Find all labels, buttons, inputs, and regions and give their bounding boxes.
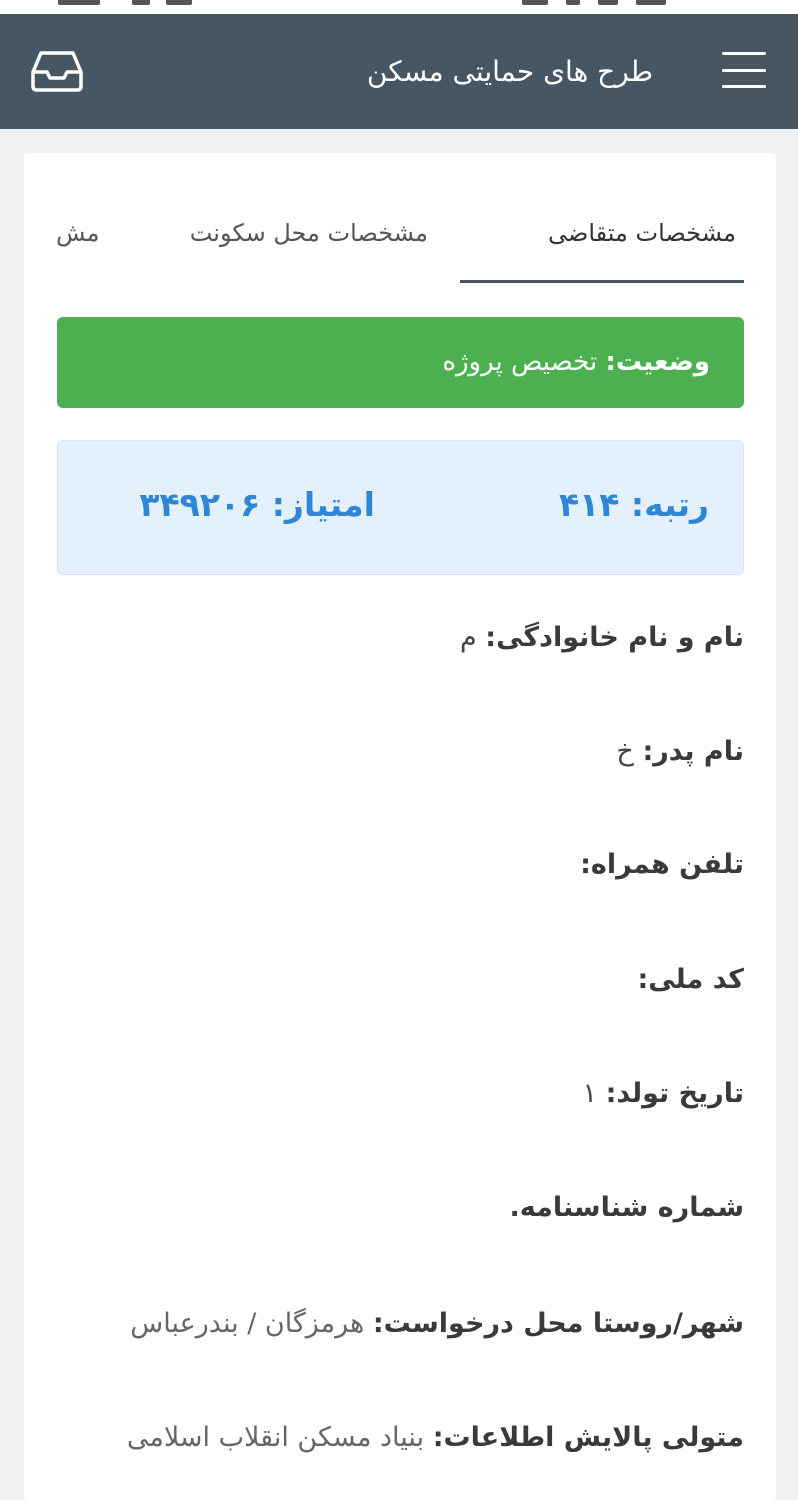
applicant-card: مشخصات متقاضی مشخصات محل سکونت مش وضعیت:… bbox=[24, 153, 776, 1500]
tab-next-partial[interactable]: مش bbox=[56, 213, 99, 253]
field-label: شهر/روستا محل درخواست: bbox=[372, 1308, 744, 1339]
app-bar: طرح های حمایتی مسکن bbox=[0, 14, 798, 129]
field-value: خ bbox=[616, 736, 634, 767]
field-label: تلفن همراه: bbox=[580, 849, 744, 880]
field-value: م bbox=[459, 622, 477, 653]
field-label: شماره شناسنامه. bbox=[509, 1192, 744, 1223]
field-national-code: کد ملی: bbox=[637, 958, 744, 1002]
status-banner: وضعیت: تخصیص پروژه bbox=[57, 317, 744, 408]
rank-label: رتبه: bbox=[630, 485, 709, 524]
status-icon bbox=[132, 0, 150, 5]
battery-icon bbox=[522, 0, 548, 5]
points-label: امتیاز: bbox=[271, 485, 375, 524]
app-title: طرح های حمایتی مسکن bbox=[366, 55, 653, 88]
field-label: تاریخ تولد: bbox=[605, 1078, 744, 1109]
hamburger-menu-icon[interactable] bbox=[722, 52, 766, 88]
menu-line bbox=[722, 85, 766, 88]
rank: رتبه: ۴۱۴ bbox=[559, 479, 709, 531]
field-label: متولی پالایش اطلاعات: bbox=[432, 1422, 744, 1453]
active-tab-indicator bbox=[460, 280, 744, 283]
status-icon bbox=[166, 0, 192, 5]
field-birth-date: تاریخ تولد: ۱ bbox=[582, 1072, 744, 1116]
rank-value: ۴۱۴ bbox=[558, 485, 620, 524]
points-value: ۳۴۹۲۰۶ bbox=[139, 485, 261, 524]
status-icon bbox=[636, 0, 666, 5]
status-icon bbox=[58, 0, 100, 5]
field-id-number: شماره شناسنامه. bbox=[510, 1186, 744, 1230]
field-value: هرمزگان / بندرعباس bbox=[130, 1308, 365, 1339]
field-father-name: نام پدر: خ bbox=[616, 730, 744, 774]
field-label: نام و نام خانوادگی: bbox=[485, 622, 744, 653]
menu-line bbox=[722, 68, 766, 72]
field-data-custodian: متولی پالایش اطلاعات: بنیاد مسکن انقلاب … bbox=[127, 1416, 744, 1460]
tab-applicant-info[interactable]: مشخصات متقاضی bbox=[548, 213, 736, 253]
wifi-icon bbox=[598, 0, 618, 5]
signal-icon bbox=[566, 0, 580, 5]
field-mobile: تلفن همراه: bbox=[580, 843, 744, 887]
menu-line bbox=[722, 52, 766, 55]
score-box: رتبه: ۴۱۴ امتیاز: ۳۴۹۲۰۶ bbox=[57, 440, 744, 575]
field-full-name: نام و نام خانوادگی: م bbox=[460, 616, 744, 660]
status-bar bbox=[0, 0, 798, 14]
field-value: بنیاد مسکن انقلاب اسلامی bbox=[126, 1422, 425, 1453]
status-label: وضعیت: bbox=[605, 347, 711, 377]
field-label: نام پدر: bbox=[642, 736, 744, 767]
tab-residence-info[interactable]: مشخصات محل سکونت bbox=[190, 213, 428, 253]
inbox-icon[interactable] bbox=[30, 48, 84, 94]
points: امتیاز: ۳۴۹۲۰۶ bbox=[139, 479, 375, 531]
field-request-city: شهر/روستا محل درخواست: هرمزگان / بندرعبا… bbox=[130, 1302, 744, 1346]
tab-bar: مشخصات متقاضی مشخصات محل سکونت مش bbox=[24, 153, 776, 285]
field-value: ۱ bbox=[582, 1078, 597, 1109]
status-value: تخصیص پروژه bbox=[442, 347, 598, 377]
field-label: کد ملی: bbox=[637, 964, 744, 995]
